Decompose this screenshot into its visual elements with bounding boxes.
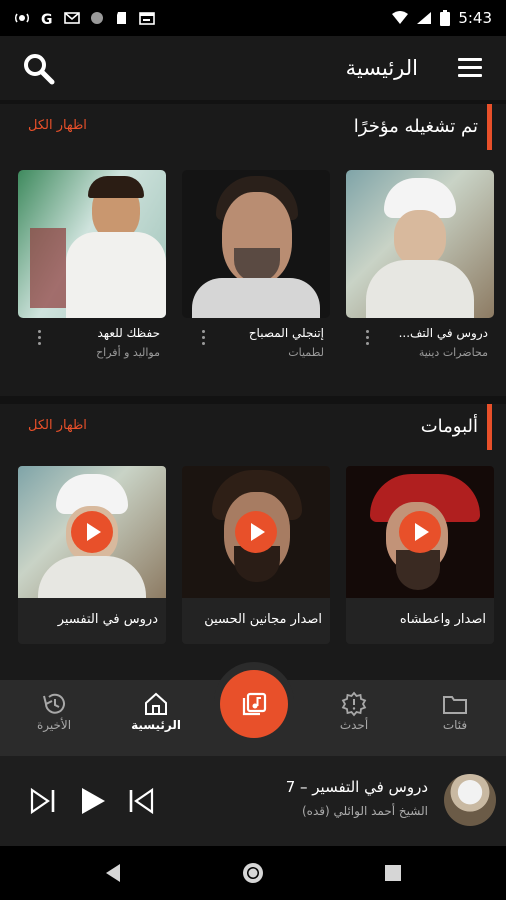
nav-item-home[interactable]: الرئيسية	[116, 690, 196, 732]
play-pause-icon[interactable]	[78, 786, 108, 816]
search-icon[interactable]	[22, 52, 56, 86]
wifi-icon	[392, 11, 409, 24]
system-navigation-bar	[0, 846, 506, 900]
section-accent	[487, 404, 492, 450]
status-bar: G 5:43	[0, 0, 506, 36]
recents-icon[interactable]	[384, 864, 402, 882]
library-music-icon	[242, 692, 267, 716]
nav-item-categories[interactable]: فئات	[415, 690, 495, 732]
cover-image	[346, 170, 494, 318]
track-title: دروس في التفسير – 7	[285, 778, 428, 796]
section-title: ألبومات	[420, 416, 478, 437]
card-title: إتنجلي المصباح	[248, 326, 324, 340]
album-cover	[182, 466, 330, 598]
nav-item-latest[interactable]: أحدث	[314, 690, 394, 732]
skip-next-icon[interactable]	[28, 786, 58, 816]
calendar-icon	[139, 12, 155, 25]
card-title: دروس في التف...	[398, 326, 488, 340]
back-icon[interactable]	[104, 863, 122, 883]
new-icon	[341, 691, 367, 717]
section-title: تم تشغيله مؤخرًا	[353, 116, 478, 137]
track-artist: الشيخ أحمد الوائلي (قده)	[301, 804, 428, 818]
g-icon: G	[41, 12, 53, 25]
nav-label: أحدث	[339, 718, 369, 732]
card-subtitle: محاضرات دينية	[418, 346, 488, 359]
section-accent	[487, 104, 492, 150]
album-card[interactable]: اصدار واعطشاه	[346, 466, 494, 644]
album-title: اصدار مجانين الحسين	[204, 612, 322, 627]
cover-image	[182, 170, 330, 318]
card-title: حفظك للعهد	[97, 326, 160, 340]
see-all-link[interactable]: اظهار الكل	[28, 118, 87, 133]
albums-section: ألبومات اظهار الكل اصدار واعطشاه اصدار م…	[0, 404, 506, 680]
album-title: اصدار واعطشاه	[399, 612, 486, 627]
now-playing-button[interactable]	[220, 670, 288, 738]
more-options-icon[interactable]	[202, 330, 206, 348]
home-icon	[145, 692, 167, 715]
radio-icon	[14, 13, 30, 23]
menu-icon[interactable]	[458, 58, 482, 78]
recent-card[interactable]: إتنجلي المصباح لطميات	[182, 170, 330, 359]
home-content: تم تشغيله مؤخرًا اظهار الكل دروس في التف…	[0, 100, 506, 680]
mini-player[interactable]: دروس في التفسير – 7 الشيخ أحمد الوائلي (…	[0, 756, 506, 846]
sd-icon	[117, 12, 126, 24]
skip-previous-icon[interactable]	[126, 786, 156, 816]
album-card[interactable]: دروس في التفسير	[18, 466, 166, 644]
gmail-icon	[64, 12, 80, 24]
app-bar: الرئيسية	[0, 36, 506, 100]
track-artwork	[444, 774, 496, 826]
folder-icon	[443, 696, 467, 714]
circle-icon	[91, 12, 103, 24]
card-subtitle: مواليد و أفراح	[96, 346, 160, 359]
history-icon	[43, 693, 65, 714]
clock: 5:43	[458, 9, 492, 27]
see-all-link[interactable]: اظهار الكل	[28, 418, 87, 433]
play-icon[interactable]	[235, 511, 277, 553]
card-subtitle: لطميات	[288, 346, 324, 359]
nav-item-recent[interactable]: الأخيرة	[14, 690, 94, 732]
cover-image	[18, 170, 166, 318]
battery-icon	[440, 10, 451, 26]
recent-card[interactable]: دروس في التف... محاضرات دينية	[346, 170, 494, 359]
album-card[interactable]: اصدار مجانين الحسين	[182, 466, 330, 644]
nav-label: الأخيرة	[36, 718, 72, 732]
more-options-icon[interactable]	[366, 330, 370, 348]
more-options-icon[interactable]	[38, 330, 42, 348]
signal-icon	[417, 12, 432, 24]
home-button-icon[interactable]	[241, 861, 265, 885]
recent-card[interactable]: حفظك للعهد مواليد و أفراح	[18, 170, 166, 359]
svg-text:G: G	[41, 12, 53, 25]
nav-label: فئات	[442, 718, 468, 732]
album-cover	[346, 466, 494, 598]
page-title: الرئيسية	[345, 56, 418, 80]
play-icon[interactable]	[71, 511, 113, 553]
album-cover	[18, 466, 166, 598]
recently-played-section: تم تشغيله مؤخرًا اظهار الكل دروس في التف…	[0, 104, 506, 396]
album-title: دروس في التفسير	[57, 612, 158, 627]
bottom-navigation: فئات أحدث الرئيسية الأخيرة	[0, 662, 506, 756]
play-icon[interactable]	[399, 511, 441, 553]
nav-label: الرئيسية	[131, 718, 181, 732]
